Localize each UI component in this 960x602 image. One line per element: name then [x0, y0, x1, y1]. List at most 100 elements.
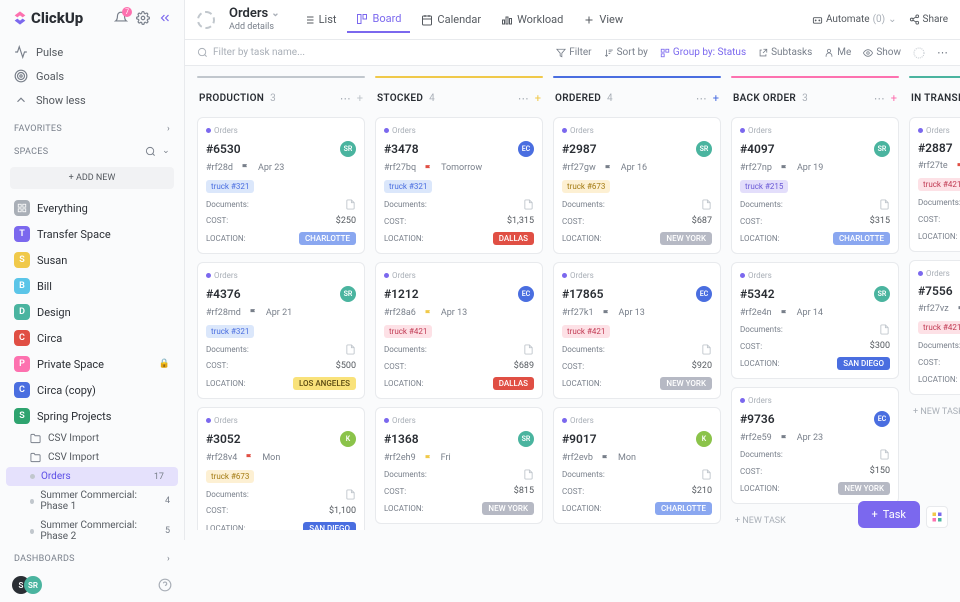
truck-tag[interactable]: truck #673: [206, 470, 254, 483]
search-input[interactable]: Filter by task name...: [197, 47, 544, 58]
filter-sort-by[interactable]: Sort by: [604, 47, 648, 58]
task-card[interactable]: Orders #4376 SR #rf28md Apr 21 truck #32…: [197, 262, 365, 399]
document-icon[interactable]: [345, 199, 356, 210]
assignee-avatar[interactable]: SR: [340, 286, 356, 302]
column-more-icon[interactable]: ⋯: [340, 92, 351, 105]
truck-tag[interactable]: truck #321: [384, 180, 432, 193]
space-transfer-space[interactable]: TTransfer Space: [0, 221, 184, 247]
notifications-icon[interactable]: 7: [114, 11, 128, 25]
sidebar-item-pulse[interactable]: Pulse: [0, 40, 184, 64]
chevron-down-icon[interactable]: ⌄: [271, 8, 279, 20]
folder-item[interactable]: CSV Import: [0, 429, 184, 448]
priority-flag-icon[interactable]: [780, 434, 789, 443]
column-more-icon[interactable]: ⋯: [518, 92, 529, 105]
space-private-space[interactable]: PPrivate Space🔒: [0, 351, 184, 377]
help-icon[interactable]: [158, 578, 172, 592]
due-date[interactable]: Tomorrow: [441, 163, 482, 173]
space-circa-copy-[interactable]: CCirca (copy): [0, 377, 184, 403]
priority-flag-icon[interactable]: [249, 308, 258, 317]
document-icon[interactable]: [345, 344, 356, 355]
view-tab-list[interactable]: List: [294, 6, 346, 33]
location-badge[interactable]: LOS ANGELES: [293, 377, 356, 390]
settings-icon[interactable]: [136, 11, 150, 25]
truck-tag[interactable]: truck #421: [918, 178, 960, 191]
document-icon[interactable]: [879, 324, 890, 335]
assignee-avatar[interactable]: EC: [518, 141, 534, 157]
priority-flag-icon[interactable]: [424, 309, 433, 318]
automate-button[interactable]: Automate(0) ⌄: [812, 14, 897, 25]
due-date[interactable]: Apr 23: [258, 163, 284, 173]
document-icon[interactable]: [879, 199, 890, 210]
task-card[interactable]: Orders #17865 EC #rf27k1 Apr 13 truck #4…: [553, 262, 721, 399]
location-badge[interactable]: NEW YORK: [482, 502, 534, 515]
column-add-icon[interactable]: +: [713, 92, 719, 105]
priority-flag-icon[interactable]: [245, 453, 254, 462]
truck-tag[interactable]: truck #421: [562, 325, 610, 338]
add-new-space[interactable]: + ADD NEW: [10, 167, 174, 189]
task-card[interactable]: Orders #7556 #rf27vz Thu truck #421 Docu…: [909, 260, 960, 395]
document-icon[interactable]: [523, 344, 534, 355]
due-date[interactable]: Apr 13: [441, 308, 467, 318]
assignee-avatar[interactable]: SR: [518, 431, 534, 447]
view-tab-board[interactable]: Board: [347, 6, 410, 33]
view-tab-view[interactable]: View: [574, 6, 632, 33]
due-date[interactable]: Apr 23: [797, 433, 823, 443]
assignee-avatar[interactable]: K: [340, 431, 356, 447]
task-card[interactable]: Orders #6530 SR #rf28d Apr 23 truck #321…: [197, 117, 365, 254]
favorites-section[interactable]: FAVORITES ›: [0, 116, 184, 138]
column-more-icon[interactable]: ⋯: [696, 92, 707, 105]
task-card[interactable]: Orders #3052 K #rf28v4 Mon truck #673 Do…: [197, 407, 365, 530]
brand-logo[interactable]: ClickUp: [12, 9, 83, 27]
truck-tag[interactable]: truck #215: [740, 180, 788, 193]
column-more-icon[interactable]: ⋯: [874, 92, 885, 105]
due-date[interactable]: Apr 19: [797, 163, 823, 173]
priority-flag-icon[interactable]: [602, 309, 611, 318]
list-item-summer-commercial-phase-[interactable]: Summer Commercial: Phase 25: [0, 516, 184, 546]
more-icon[interactable]: ⋯: [937, 46, 948, 59]
task-card[interactable]: Orders #3478 EC #rf27bq Tomorrow truck #…: [375, 117, 543, 254]
truck-tag[interactable]: truck #673: [562, 180, 610, 193]
assignee-avatar[interactable]: SR: [340, 141, 356, 157]
page-subtitle[interactable]: Add details: [229, 22, 280, 33]
chevron-down-icon[interactable]: ⌄: [162, 146, 170, 157]
new-task-fab[interactable]: + Task: [858, 501, 920, 528]
truck-tag[interactable]: truck #421: [918, 321, 960, 334]
column-add-icon[interactable]: +: [357, 92, 363, 105]
task-card[interactable]: Orders #9017 K #rf2evb Mon Documents: CO…: [553, 407, 721, 524]
location-badge[interactable]: CHARLOTTE: [655, 502, 712, 515]
filter-filter[interactable]: Filter: [556, 47, 591, 58]
filter-me[interactable]: Me: [824, 47, 851, 58]
filter-show[interactable]: Show: [863, 47, 901, 58]
location-badge[interactable]: NEW YORK: [660, 232, 712, 245]
due-date[interactable]: Apr 14: [797, 308, 823, 318]
truck-tag[interactable]: truck #421: [384, 325, 432, 338]
space-susan[interactable]: SSusan: [0, 247, 184, 273]
assignee-avatar[interactable]: EC: [518, 286, 534, 302]
search-icon[interactable]: [145, 146, 156, 157]
document-icon[interactable]: [701, 344, 712, 355]
task-card[interactable]: Orders #2887 #rf27te Fri truck #421 Docu…: [909, 117, 960, 252]
assignee-avatar[interactable]: K: [696, 431, 712, 447]
task-card[interactable]: Orders #1212 EC #rf28a6 Apr 13 truck #42…: [375, 262, 543, 399]
folder-item[interactable]: CSV Import: [0, 448, 184, 467]
truck-tag[interactable]: truck #321: [206, 325, 254, 338]
location-badge[interactable]: DALLAS: [493, 377, 534, 390]
user-avatar[interactable]: SR: [24, 576, 42, 594]
space-design[interactable]: DDesign: [0, 299, 184, 325]
document-icon[interactable]: [523, 469, 534, 480]
location-badge[interactable]: SAN DIEGO: [837, 357, 890, 370]
new-task-button[interactable]: + NEW TASK: [909, 403, 960, 421]
share-button[interactable]: Share: [909, 14, 948, 25]
sidebar-item-show-less[interactable]: Show less: [0, 88, 184, 112]
filter-group-by[interactable]: Group by: Status: [660, 47, 746, 58]
collapse-sidebar-icon[interactable]: [158, 11, 172, 25]
document-icon[interactable]: [879, 449, 890, 460]
priority-flag-icon[interactable]: [604, 164, 613, 173]
priority-flag-icon[interactable]: [601, 454, 610, 463]
list-item-summer-commercial-phase-[interactable]: Summer Commercial: Phase 14: [0, 486, 184, 516]
apps-grid-button[interactable]: [926, 506, 948, 528]
document-icon[interactable]: [345, 489, 356, 500]
truck-tag[interactable]: truck #321: [206, 180, 254, 193]
list-item-orders[interactable]: Orders17: [6, 467, 178, 486]
task-card[interactable]: Orders #2987 SR #rf27gw Apr 16 truck #67…: [553, 117, 721, 254]
